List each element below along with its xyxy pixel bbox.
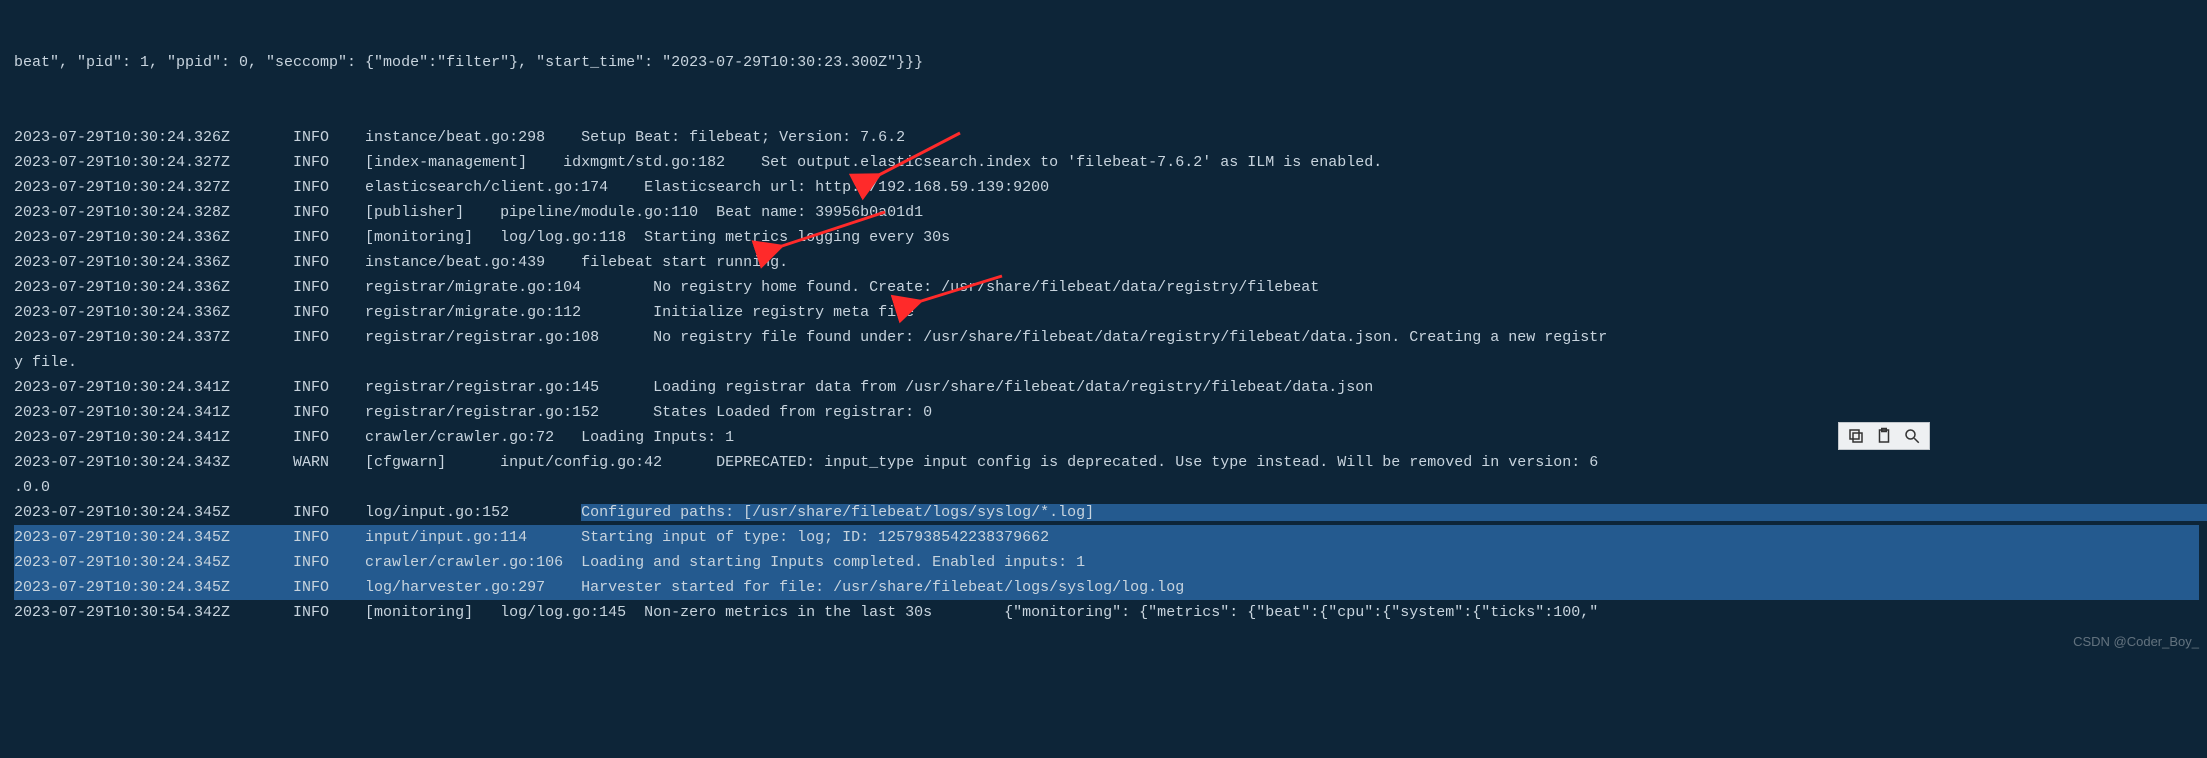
selection-toolbar xyxy=(1838,422,1930,450)
log-line: 2023-07-29T10:30:24.326Z INFO instance/b… xyxy=(14,125,2199,150)
log-line-partial: beat", "pid": 1, "ppid": 0, "seccomp": {… xyxy=(14,50,2199,75)
log-line: 2023-07-29T10:30:24.336Z INFO registrar/… xyxy=(14,300,2199,325)
log-line: 2023-07-29T10:30:24.327Z INFO elasticsea… xyxy=(14,175,2199,200)
log-line: 2023-07-29T10:30:24.343Z WARN [cfgwarn] … xyxy=(14,450,2199,475)
log-line-wrap: .0.0 xyxy=(14,475,2199,500)
log-line-wrap: y file. xyxy=(14,350,2199,375)
paste-icon[interactable] xyxy=(1875,427,1893,445)
log-line: 2023-07-29T10:30:24.336Z INFO [monitorin… xyxy=(14,225,2199,250)
copy-icon[interactable] xyxy=(1847,427,1865,445)
log-line: 2023-07-29T10:30:24.341Z INFO registrar/… xyxy=(14,375,2199,400)
log-line: 2023-07-29T10:30:24.345Z INFO crawler/cr… xyxy=(14,550,2199,575)
log-line: 2023-07-29T10:30:24.345Z INFO log/harves… xyxy=(14,575,2199,600)
log-line: 2023-07-29T10:30:54.342Z INFO [monitorin… xyxy=(14,600,2199,625)
log-line: 2023-07-29T10:30:24.328Z INFO [publisher… xyxy=(14,200,2199,225)
log-line: 2023-07-29T10:30:24.345Z INFO input/inpu… xyxy=(14,525,2199,550)
log-line: 2023-07-29T10:30:24.337Z INFO registrar/… xyxy=(14,325,2199,350)
terminal-output[interactable]: beat", "pid": 1, "ppid": 0, "seccomp": {… xyxy=(0,0,2207,654)
search-icon[interactable] xyxy=(1903,427,1921,445)
log-line: 2023-07-29T10:30:24.336Z INFO instance/b… xyxy=(14,250,2199,275)
log-line: 2023-07-29T10:30:24.327Z INFO [index-man… xyxy=(14,150,2199,175)
log-line: 2023-07-29T10:30:24.345Z INFO log/input.… xyxy=(14,500,2199,525)
watermark: CSDN @Coder_Boy_ xyxy=(2073,629,2199,654)
log-line: 2023-07-29T10:30:24.336Z INFO registrar/… xyxy=(14,275,2199,300)
